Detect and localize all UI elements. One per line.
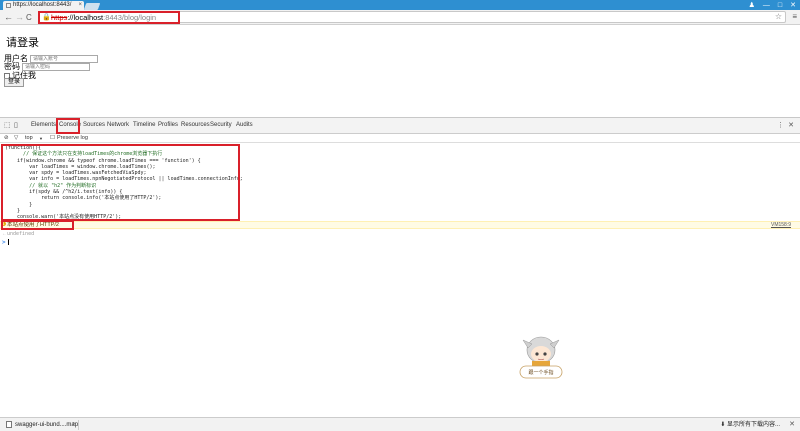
close-window-icon[interactable]: ✕ <box>790 1 796 9</box>
close-devtools-icon[interactable]: ✕ <box>788 121 794 129</box>
annotation-box-url <box>38 11 180 24</box>
page-title: 请登录 <box>6 36 39 49</box>
tab-profiles[interactable]: Profiles <box>158 122 178 128</box>
maximize-icon[interactable]: □ <box>778 2 782 9</box>
tab-close-icon[interactable]: × <box>78 1 82 10</box>
mascot-widget[interactable]: 跟一个手指 <box>515 333 567 383</box>
tab-network[interactable]: Network <box>107 122 129 128</box>
forward-icon[interactable]: → <box>15 11 24 24</box>
login-button[interactable]: 登录 <box>4 78 25 87</box>
preserve-log-label: Preserve log <box>57 135 88 141</box>
clear-console-icon[interactable]: ⊘ <box>4 134 9 143</box>
console-result: undefined <box>7 231 35 237</box>
show-all-downloads-link[interactable]: ⬇ 显示所有下载内容... <box>720 420 780 430</box>
bookmark-star-icon[interactable]: ☆ <box>775 12 782 21</box>
console-prompt: > <box>2 239 6 246</box>
tab-sources[interactable]: Sources <box>83 122 105 128</box>
tab-elements[interactable]: Elements <box>31 122 56 128</box>
console-input-caret[interactable] <box>8 239 9 245</box>
download-item[interactable]: swagger-ui-bund....map ^ <box>3 420 79 430</box>
console-toolbar: ⊘ ▽ top ▼ ☐ Preserve log <box>0 134 800 143</box>
downloads-bar: swagger-ui-bund....map ^ ⬇ 显示所有下载内容... ✕ <box>0 417 800 431</box>
menu-icon[interactable]: ≡ <box>792 12 797 21</box>
annotation-box-code <box>1 144 240 221</box>
window-titlebar: https://localhost:8443/ × ♟ — □ ✕ <box>0 0 800 10</box>
page-icon <box>6 3 11 8</box>
new-tab-button[interactable] <box>83 3 101 10</box>
download-icon: ⬇ <box>720 422 727 428</box>
tab-title: https://localhost:8443/ <box>13 2 72 8</box>
device-mode-icon[interactable]: ▯ <box>14 121 18 129</box>
show-all-label: 显示所有下载内容... <box>726 422 780 428</box>
filter-icon[interactable]: ▽ <box>14 134 18 143</box>
tab-timeline[interactable]: Timeline <box>133 122 155 128</box>
tab-resources[interactable]: Resources <box>181 122 210 128</box>
more-options-icon[interactable]: ⋮ <box>777 121 784 129</box>
chevron-up-icon[interactable]: ^ <box>73 420 75 430</box>
window-controls: ♟ — □ ✕ <box>749 0 796 10</box>
devtools-panel: ⬚ ▯ Elements Console Sources Network Tim… <box>0 117 800 417</box>
minimize-icon[interactable]: — <box>763 2 770 9</box>
annotation-box-console-tab <box>56 118 80 134</box>
annotation-box-output <box>1 220 74 230</box>
file-icon <box>6 421 12 428</box>
reload-icon[interactable]: C <box>26 11 32 24</box>
console-source-link[interactable]: VM158:9 <box>771 222 791 229</box>
inspect-element-icon[interactable]: ⬚ <box>4 121 11 129</box>
back-icon[interactable]: ← <box>4 11 13 24</box>
devtools-tab-bar: ⬚ ▯ Elements Console Sources Network Tim… <box>0 118 800 134</box>
download-file-name: swagger-ui-bund....map <box>15 422 79 428</box>
preserve-log-checkbox[interactable]: ☐ <box>50 134 55 143</box>
browser-tab[interactable]: https://localhost:8443/ × <box>3 1 84 10</box>
user-icon[interactable]: ♟ <box>749 1 755 9</box>
console-message: ❶ 本站点使用了HTTP/2 VM158:9 <box>0 221 800 229</box>
tab-security[interactable]: Security <box>210 122 232 128</box>
mascot-label: 跟一个手指 <box>528 370 554 376</box>
context-select[interactable]: top <box>25 134 33 143</box>
close-downloads-icon[interactable]: ✕ <box>789 420 795 430</box>
tab-audits[interactable]: Audits <box>236 122 253 128</box>
context-dropdown-icon[interactable]: ▼ <box>39 134 43 143</box>
